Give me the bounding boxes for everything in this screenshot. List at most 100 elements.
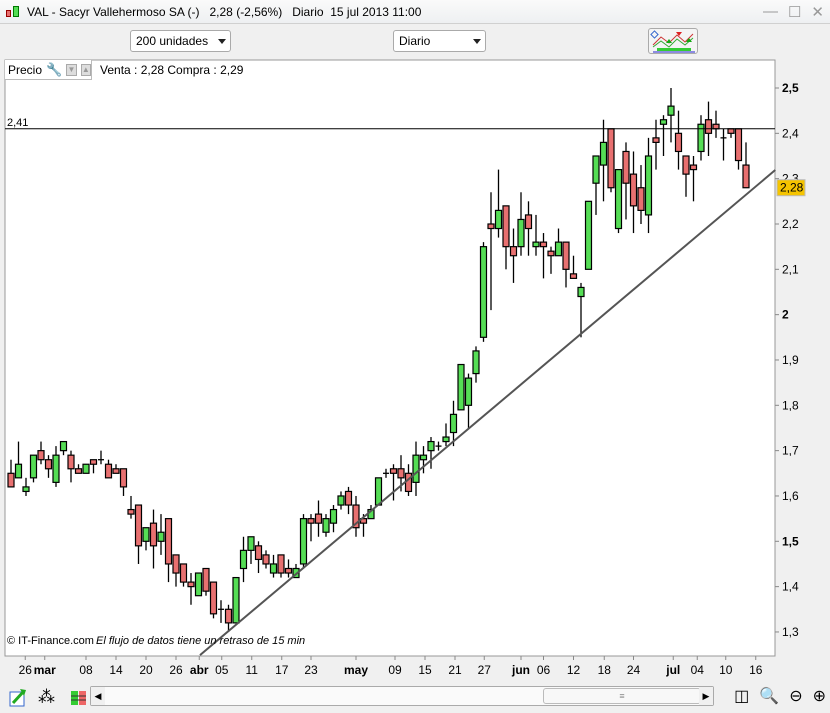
- zoom-out-icon[interactable]: ⊖: [789, 686, 802, 706]
- candle-down: [44, 459, 53, 470]
- y-tick-label: 1,9: [782, 353, 799, 367]
- fit-chart-icon[interactable]: ◫: [734, 686, 749, 706]
- candle-up: [82, 463, 90, 474]
- x-tick-label: 14: [109, 663, 123, 677]
- candle-down: [254, 545, 263, 561]
- zoom-vertical-icon[interactable]: 🔍: [759, 686, 779, 706]
- candle-up: [464, 377, 473, 406]
- chart-canvas[interactable]: 2,41 2,52,42,32,22,121,91,81,71,61,51,41…: [0, 58, 830, 682]
- candle-down: [67, 454, 75, 470]
- candle-down: [487, 223, 495, 230]
- candle-up: [472, 350, 480, 375]
- candle-down: [734, 128, 743, 162]
- indicators-button[interactable]: [648, 28, 698, 54]
- scroll-right-button[interactable]: ▶: [699, 687, 713, 705]
- move-down-icon[interactable]: ▼: [66, 63, 77, 76]
- x-tick-label: 16: [749, 663, 763, 677]
- candle-up: [239, 549, 248, 570]
- candle-down: [277, 554, 285, 574]
- chevron-down-icon: [473, 39, 481, 44]
- candle-down: [622, 150, 630, 184]
- close-icon[interactable]: ✕: [811, 3, 824, 21]
- candle-up: [457, 363, 465, 411]
- y-tick-label: 1,7: [782, 444, 799, 458]
- candle-down: [397, 468, 405, 479]
- horizontal-scrollbar[interactable]: ◀ ≡ ▶: [90, 686, 714, 706]
- units-select[interactable]: 200 unidades: [130, 30, 231, 52]
- title-bar: VAL - Sacyr Vallehermoso SA (-) 2,28 (-2…: [0, 0, 830, 24]
- x-tick-label: 08: [79, 663, 93, 677]
- candle-down: [164, 518, 173, 565]
- price-panel-header: Precio 🔧 ▼ ▲: [5, 60, 92, 80]
- period-select[interactable]: Diario: [393, 30, 486, 52]
- y-tick-label: 2,4: [782, 126, 799, 140]
- units-select-value: 200 unidades: [136, 34, 209, 48]
- x-tick-label: 06: [537, 663, 551, 677]
- candle-up: [479, 246, 488, 338]
- x-tick-label: 17: [275, 663, 289, 677]
- toolbar: 200 unidades Diario: [0, 25, 830, 58]
- x-tick-label: 12: [567, 663, 581, 677]
- period-select-value: Diario: [399, 34, 431, 48]
- x-tick-label: 18: [598, 663, 612, 677]
- candle-down: [682, 155, 690, 175]
- candle-down: [7, 472, 15, 488]
- x-tick-label: 05: [215, 663, 229, 677]
- candle-down: [524, 214, 533, 230]
- candles-settings-icon[interactable]: [68, 687, 90, 709]
- x-tick-label: jul: [665, 663, 680, 677]
- candle-up: [592, 155, 600, 184]
- link-icon[interactable]: ⁂: [38, 687, 60, 709]
- candle-down: [389, 468, 398, 474]
- candle-down: [202, 567, 210, 592]
- minimize-icon[interactable]: —: [763, 3, 778, 21]
- move-up-icon[interactable]: ▲: [80, 63, 91, 76]
- candle-down: [74, 468, 83, 474]
- wrench-icon[interactable]: 🔧: [46, 62, 62, 78]
- candle-down: [562, 241, 570, 270]
- scroll-left-button[interactable]: ◀: [91, 687, 105, 705]
- y-tick-label: 1,5: [782, 534, 799, 548]
- candle-down: [37, 450, 45, 461]
- candle-up: [299, 518, 308, 565]
- candle-up: [517, 218, 525, 248]
- candle-down: [547, 250, 555, 257]
- chart-export-icon[interactable]: [8, 687, 30, 709]
- candle-down: [89, 459, 98, 465]
- candle-down: [727, 128, 735, 134]
- candle-down: [344, 490, 353, 506]
- candle-down: [112, 468, 120, 474]
- candle-down: [119, 468, 128, 488]
- y-tick-label: 1,3: [782, 625, 799, 639]
- candle-down: [314, 513, 323, 524]
- x-tick-label: 26: [169, 663, 183, 677]
- candle-up: [494, 209, 503, 230]
- candle-down: [104, 463, 113, 479]
- indicators-icon: [650, 30, 695, 53]
- candle-up: [59, 440, 68, 452]
- chevron-down-icon: [218, 39, 226, 44]
- x-tick-label: 24: [627, 663, 641, 677]
- candle-up: [554, 241, 563, 257]
- candle-down: [607, 128, 615, 189]
- price-chart[interactable]: 2,41 2,5 2,4 2,3 2,2 2,1 2 1,9 1,8 1,7 1,6 1,5 1,4 1…: [0, 58, 830, 682]
- candle-down: [134, 504, 143, 547]
- scrollbar-thumb[interactable]: ≡: [543, 688, 701, 704]
- candle-up: [247, 536, 255, 551]
- candle-down: [569, 273, 578, 279]
- candle-up: [52, 454, 60, 483]
- candle-up: [442, 436, 450, 443]
- x-tick-label: mar: [34, 663, 56, 677]
- candle-up: [427, 440, 435, 452]
- candle-up: [22, 486, 30, 493]
- x-tick-label: 09: [388, 663, 402, 677]
- candle-down: [172, 554, 180, 574]
- candle-down: [629, 173, 638, 207]
- x-tick-label: 26: [19, 663, 33, 677]
- candle-down: [509, 246, 518, 257]
- candle-up: [269, 563, 278, 574]
- maximize-icon[interactable]: ☐: [788, 3, 801, 21]
- x-tick-label: 11: [246, 663, 259, 677]
- candle-up: [584, 200, 593, 270]
- zoom-in-icon[interactable]: ⊕: [813, 686, 826, 706]
